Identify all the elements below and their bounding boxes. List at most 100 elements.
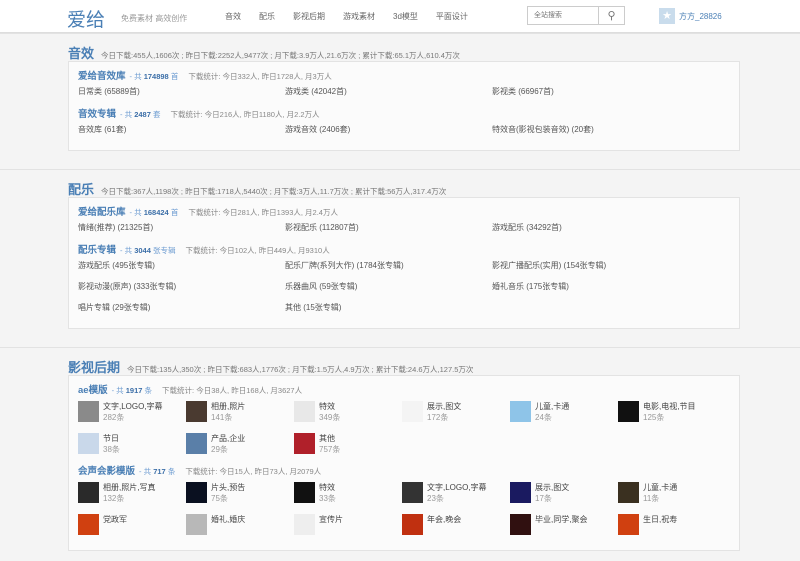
thumbnail-image[interactable] <box>402 401 423 422</box>
thumbnail-image[interactable] <box>78 433 99 454</box>
thumbnail-image[interactable] <box>402 514 423 535</box>
thumb-label[interactable]: 文字,LOGO,字幕 <box>427 482 487 493</box>
category-link[interactable]: 游戏配乐 (34292首) <box>492 221 699 242</box>
thumb-label[interactable]: 特效 <box>319 401 340 412</box>
thumb-item[interactable]: 特效 33条 <box>294 480 402 512</box>
thumb-label[interactable]: 相册,照片,写真 <box>103 482 155 493</box>
category-link[interactable]: 影视广播配乐(实用) (154张专辑) <box>492 259 699 280</box>
thumb-label[interactable]: 片头,预告 <box>211 482 245 493</box>
group-title[interactable]: 配乐专辑 <box>78 242 116 256</box>
site-logo[interactable]: 爱给 <box>67 5 105 32</box>
thumbnail-image[interactable] <box>618 482 639 503</box>
group-title[interactable]: 爱给配乐库 <box>78 204 126 218</box>
thumb-item[interactable]: 儿童,卡通 24条 <box>510 399 618 431</box>
thumbnail-image[interactable] <box>294 401 315 422</box>
category-link[interactable]: 音效库 (61套) <box>78 123 285 144</box>
thumb-item[interactable]: 婚礼,婚庆 <box>186 512 294 544</box>
nav-sound[interactable]: 音效 <box>225 11 241 22</box>
group-title[interactable]: 会声会影模版 <box>78 463 135 477</box>
thumbnail-image[interactable] <box>294 514 315 535</box>
user-menu[interactable]: ★ 方方_28826 <box>659 8 722 24</box>
category-link[interactable]: 特效音(影视包装音效) (20套) <box>492 123 699 144</box>
category-link[interactable]: 日常类 (65889首) <box>78 85 285 106</box>
thumbnail-image[interactable] <box>78 401 99 422</box>
category-link[interactable]: 乐器曲风 (59张专辑) <box>285 280 492 301</box>
thumbnail-image[interactable] <box>618 401 639 422</box>
thumbnail-image[interactable] <box>186 433 207 454</box>
thumb-item[interactable]: 文字,LOGO,字幕 23条 <box>402 480 510 512</box>
category-link[interactable]: 游戏音效 (2406套) <box>285 123 492 144</box>
thumb-item[interactable]: 产品,企业 29条 <box>186 431 294 463</box>
thumb-item[interactable]: 文字,LOGO,字幕 282条 <box>78 399 186 431</box>
thumbnail-image[interactable] <box>402 482 423 503</box>
thumb-label[interactable]: 年会,晚会 <box>427 514 461 525</box>
thumb-item[interactable]: 生日,祝寿 <box>618 512 726 544</box>
category-link[interactable]: 其他 (15张专辑) <box>285 301 492 322</box>
group-title[interactable]: 爱给音效库 <box>78 68 126 82</box>
thumb-label[interactable]: 展示,图文 <box>535 482 569 493</box>
thumb-item[interactable]: 特效 349条 <box>294 399 402 431</box>
thumb-item[interactable]: 电影,电视,节目 125条 <box>618 399 726 431</box>
section-title[interactable]: 影视后期 <box>68 357 120 376</box>
thumb-label[interactable]: 相册,照片 <box>211 401 245 412</box>
thumb-label[interactable]: 生日,祝寿 <box>643 514 677 525</box>
thumbnail-image[interactable] <box>186 482 207 503</box>
section-title[interactable]: 音效 <box>68 43 94 62</box>
thumb-label[interactable]: 毕业,同学,聚会 <box>535 514 587 525</box>
thumb-label[interactable]: 电影,电视,节目 <box>643 401 695 412</box>
thumb-item[interactable]: 片头,预告 75条 <box>186 480 294 512</box>
category-link[interactable]: 影视动漫(原声) (333张专辑) <box>78 280 285 301</box>
thumb-item[interactable]: 相册,照片 141条 <box>186 399 294 431</box>
thumb-label[interactable]: 其他 <box>319 433 340 444</box>
category-link[interactable]: 唱片专辑 (29张专辑) <box>78 301 285 322</box>
thumbnail-image[interactable] <box>294 433 315 454</box>
group-title[interactable]: 音效专辑 <box>78 106 116 120</box>
thumbnail-image[interactable] <box>294 482 315 503</box>
category-link[interactable]: 游戏配乐 (495张专辑) <box>78 259 285 280</box>
thumbnail-image[interactable] <box>78 514 99 535</box>
thumbnail-image[interactable] <box>510 514 531 535</box>
nav-video[interactable]: 影视后期 <box>293 11 325 22</box>
thumb-label[interactable]: 展示,图文 <box>427 401 461 412</box>
thumb-item[interactable]: 宣传片 <box>294 512 402 544</box>
thumb-label[interactable]: 儿童,卡通 <box>643 482 677 493</box>
category-link[interactable]: 情绪(推荐) (21325首) <box>78 221 285 242</box>
thumbnail-image[interactable] <box>186 514 207 535</box>
section-title[interactable]: 配乐 <box>68 179 94 198</box>
thumb-item[interactable]: 年会,晚会 <box>402 512 510 544</box>
thumb-label[interactable]: 宣传片 <box>319 514 343 525</box>
category-link[interactable]: 婚礼音乐 (175张专辑) <box>492 280 699 301</box>
category-link[interactable]: 游戏类 (42042首) <box>285 85 492 106</box>
search-button[interactable]: ⚲ <box>598 7 624 24</box>
thumb-label[interactable]: 文字,LOGO,字幕 <box>103 401 163 412</box>
nav-game[interactable]: 游戏素材 <box>343 11 375 22</box>
nav-graphic[interactable]: 平面设计 <box>436 11 468 22</box>
thumbnail-image[interactable] <box>78 482 99 503</box>
thumb-item[interactable]: 儿童,卡通 11条 <box>618 480 726 512</box>
category-link[interactable]: 影视配乐 (112807首) <box>285 221 492 242</box>
thumbnail-image[interactable] <box>510 482 531 503</box>
search-input[interactable] <box>528 7 598 24</box>
thumb-item[interactable]: 节日 38条 <box>78 431 186 463</box>
thumb-item[interactable]: 党政军 <box>78 512 186 544</box>
category-link[interactable]: 配乐厂牌(系列大作) (1784张专辑) <box>285 259 492 280</box>
thumbnail-image[interactable] <box>186 401 207 422</box>
thumb-label[interactable]: 党政军 <box>103 514 127 525</box>
thumb-item[interactable]: 展示,图文 17条 <box>510 480 618 512</box>
thumb-item[interactable]: 展示,图文 172条 <box>402 399 510 431</box>
nav-3d[interactable]: 3d模型 <box>393 11 418 22</box>
nav-music[interactable]: 配乐 <box>259 11 275 22</box>
group-title[interactable]: ae模版 <box>78 382 108 396</box>
thumb-label[interactable]: 婚礼,婚庆 <box>211 514 245 525</box>
avatar[interactable]: ★ <box>659 8 675 24</box>
thumb-label[interactable]: 儿童,卡通 <box>535 401 569 412</box>
thumb-item[interactable]: 相册,照片,写真 132条 <box>78 480 186 512</box>
thumbnail-image[interactable] <box>618 514 639 535</box>
thumb-label[interactable]: 节日 <box>103 433 120 444</box>
thumb-label[interactable]: 产品,企业 <box>211 433 245 444</box>
thumb-label[interactable]: 特效 <box>319 482 336 493</box>
thumb-item[interactable]: 毕业,同学,聚会 <box>510 512 618 544</box>
thumbnail-image[interactable] <box>510 401 531 422</box>
thumb-item[interactable]: 其他 757条 <box>294 431 402 463</box>
category-link[interactable]: 影视类 (66967首) <box>492 85 699 106</box>
